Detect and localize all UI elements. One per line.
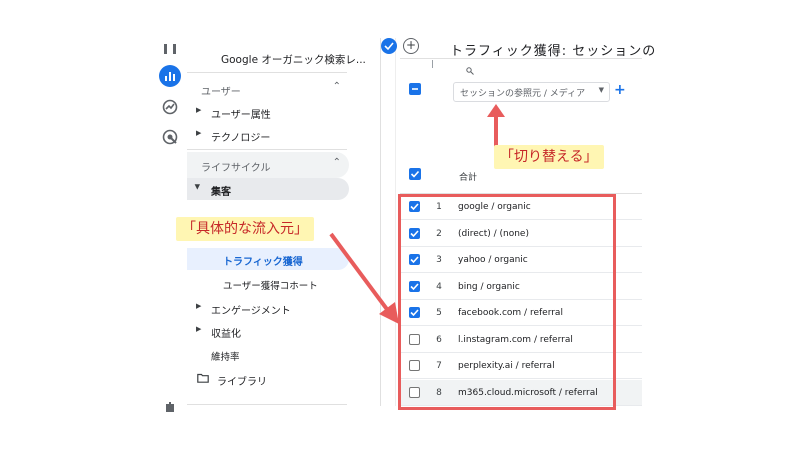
sidebar-item-technology[interactable]: ▶ テクノロジー: [187, 124, 349, 146]
total-checkbox[interactable]: [409, 168, 421, 180]
expand-arrow-icon: ▶: [196, 302, 202, 310]
section-user-label: ユーザー: [201, 87, 241, 98]
sidebar-item-retention[interactable]: 維持率: [211, 349, 240, 363]
sidebar-item-user-acquisition-cohort[interactable]: ユーザー獲得コホート: [223, 278, 318, 292]
home-icon[interactable]: [159, 38, 181, 60]
expand-arrow-icon: ▶: [196, 325, 202, 333]
down-right-arrow-icon: [329, 232, 399, 324]
switch-callout: 「切り替える」: [494, 145, 604, 169]
sidebar-item-label: 集客: [211, 187, 231, 198]
section-lifecycle-label: ライフサイクル: [201, 163, 271, 174]
panel-separator: [395, 38, 396, 406]
highlight-box: [398, 194, 616, 410]
sidebar-item-label: ライブラリ: [217, 377, 267, 388]
folder-icon: [197, 373, 209, 386]
explore-icon[interactable]: [159, 96, 181, 118]
section-user-header[interactable]: ユーザー ⌃: [187, 76, 349, 102]
add-dimension-button[interactable]: +: [614, 82, 626, 98]
chevron-up-icon: ⌃: [332, 157, 341, 168]
sidebar-item-label: エンゲージメント: [211, 306, 291, 317]
search-icon[interactable]: [466, 60, 474, 79]
expand-arrow-icon: ▶: [196, 106, 202, 114]
advertising-icon[interactable]: [159, 126, 181, 148]
sidebar-item-label: テクノロジー: [211, 133, 271, 144]
select-all-checkbox[interactable]: [409, 83, 421, 95]
dimension-selector[interactable]: セッションの参照元 / メディア ▼: [453, 82, 610, 102]
divider: [187, 404, 347, 405]
sidebar-item-label: トラフィック獲得: [223, 257, 303, 268]
settings-icon[interactable]: [159, 396, 181, 418]
section-lifecycle-header[interactable]: ライフサイクル ⌃: [187, 152, 349, 178]
sidebar-item-library[interactable]: ライブラリ: [187, 368, 349, 390]
sidebar-item-acquisition[interactable]: ▶ 集客: [187, 178, 349, 200]
source-callout: 「具体的な流入元」: [176, 217, 314, 241]
panel-separator: [380, 38, 381, 406]
divider: [400, 58, 642, 59]
sidebar-item-label: 収益化: [211, 329, 241, 340]
expand-arrow-icon: ▶: [196, 129, 202, 137]
divider: [187, 149, 347, 150]
total-label: 合計: [459, 173, 478, 183]
add-comparison-button[interactable]: +: [403, 38, 419, 54]
compare-icon[interactable]: [381, 38, 397, 54]
reports-icon[interactable]: [159, 65, 181, 87]
sidebar-item-demographics[interactable]: ▶ ユーザー属性: [187, 101, 349, 123]
divider: [187, 72, 347, 73]
chevron-up-icon: ⌃: [332, 81, 341, 92]
page-title: トラフィック獲得: セッションの: [450, 44, 657, 59]
collapse-arrow-icon: ▶: [193, 184, 202, 190]
sidebar-item-label: ユーザー属性: [211, 110, 271, 121]
dimension-selector-label: セッションの参照元 / メディア: [460, 89, 586, 99]
report-collection-title[interactable]: Google オーガニック検索レ...: [221, 52, 366, 67]
dropdown-arrow-icon: ▼: [598, 86, 604, 94]
divider: [432, 60, 433, 68]
